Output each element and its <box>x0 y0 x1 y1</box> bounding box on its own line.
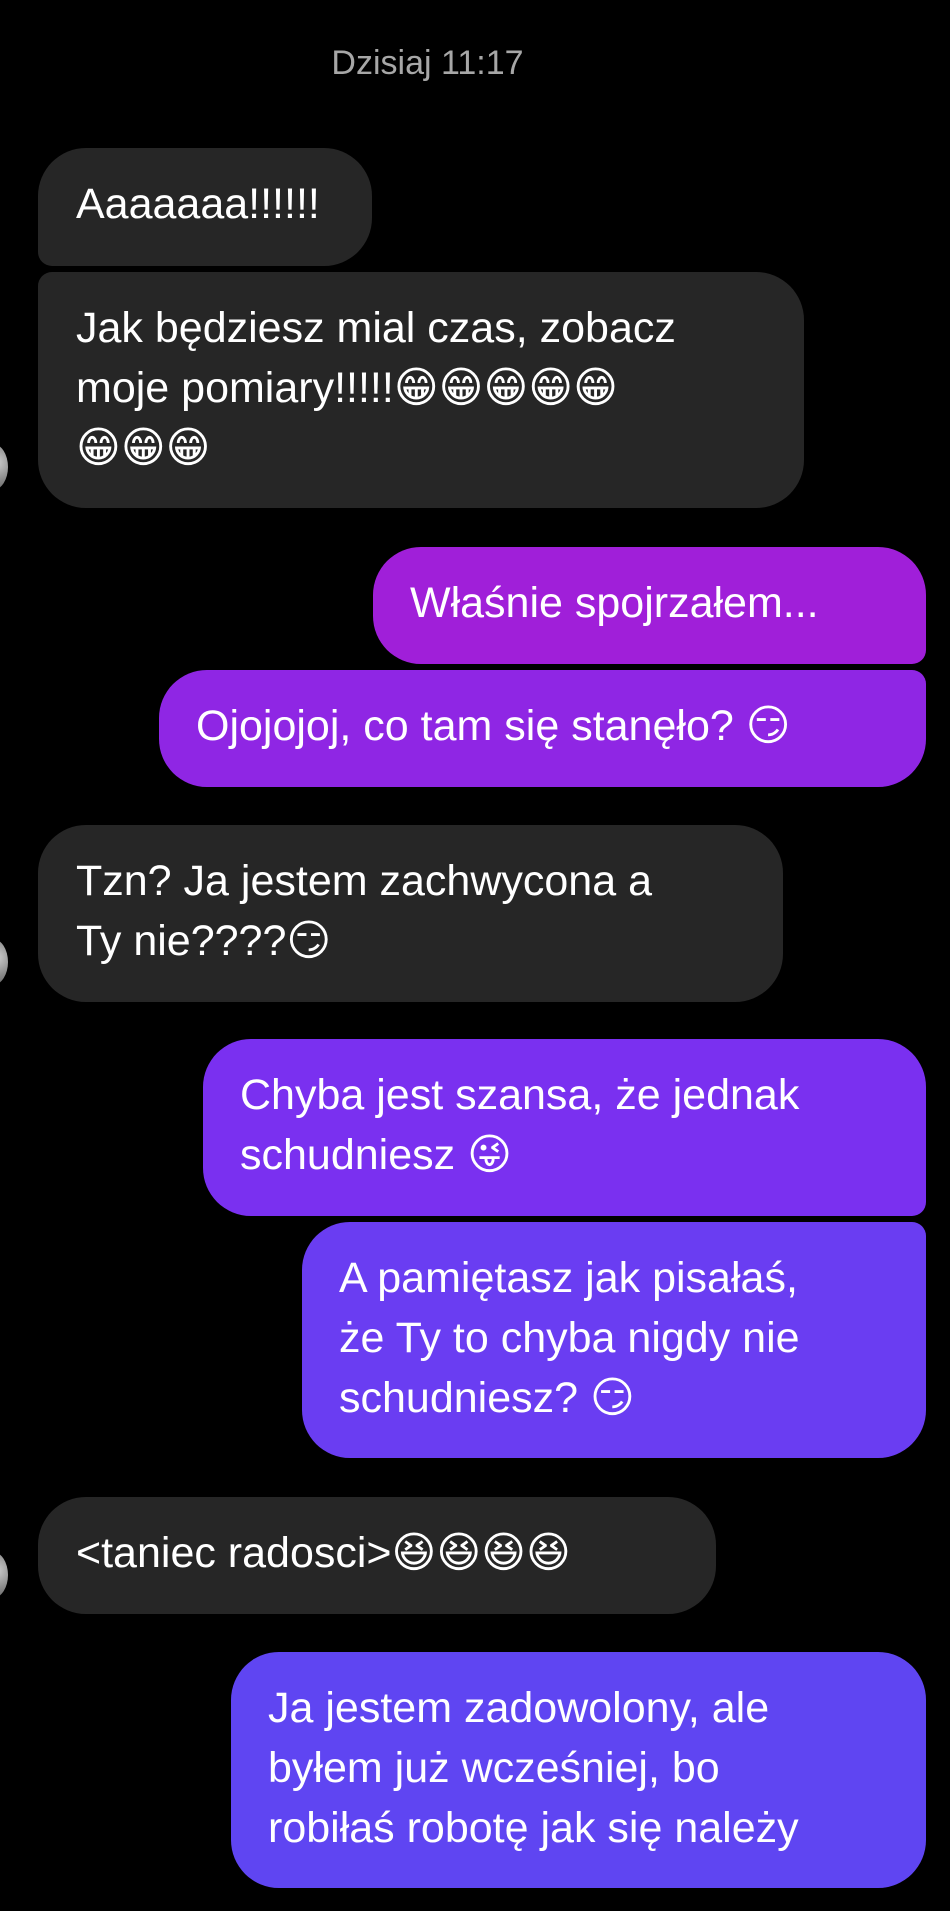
incoming-message[interactable]: Tzn? Ja jestem zachwycona a Ty nie????😏 <box>38 825 783 1002</box>
outgoing-message[interactable]: Chyba jest szansa, że jednak schudniesz … <box>203 1039 926 1216</box>
sender-avatar[interactable] <box>0 1552 8 1598</box>
timestamp: Dzisiaj 11:17 <box>331 44 524 82</box>
sender-avatar[interactable] <box>0 444 8 490</box>
incoming-message[interactable]: Aaaaaaa!!!!!! <box>38 148 372 266</box>
incoming-message[interactable]: <taniec radosci>😆😆😆😆 <box>38 1497 716 1614</box>
outgoing-message[interactable]: Ojojojoj, co tam się stanęło? 😏 <box>159 670 926 787</box>
outgoing-message[interactable]: Właśnie spojrzałem... <box>373 547 926 664</box>
incoming-message[interactable]: Jak będziesz mial czas, zobacz moje pomi… <box>38 272 804 508</box>
sender-avatar[interactable] <box>0 939 8 985</box>
outgoing-message[interactable]: Ja jestem zadowolony, ale byłem już wcze… <box>231 1652 926 1888</box>
outgoing-message[interactable]: A pamiętasz jak pisałaś, że Ty to chyba … <box>302 1222 926 1458</box>
message-thread[interactable]: Dzisiaj 11:17 Aaaaaaa!!!!!! Jak będziesz… <box>0 0 950 1911</box>
